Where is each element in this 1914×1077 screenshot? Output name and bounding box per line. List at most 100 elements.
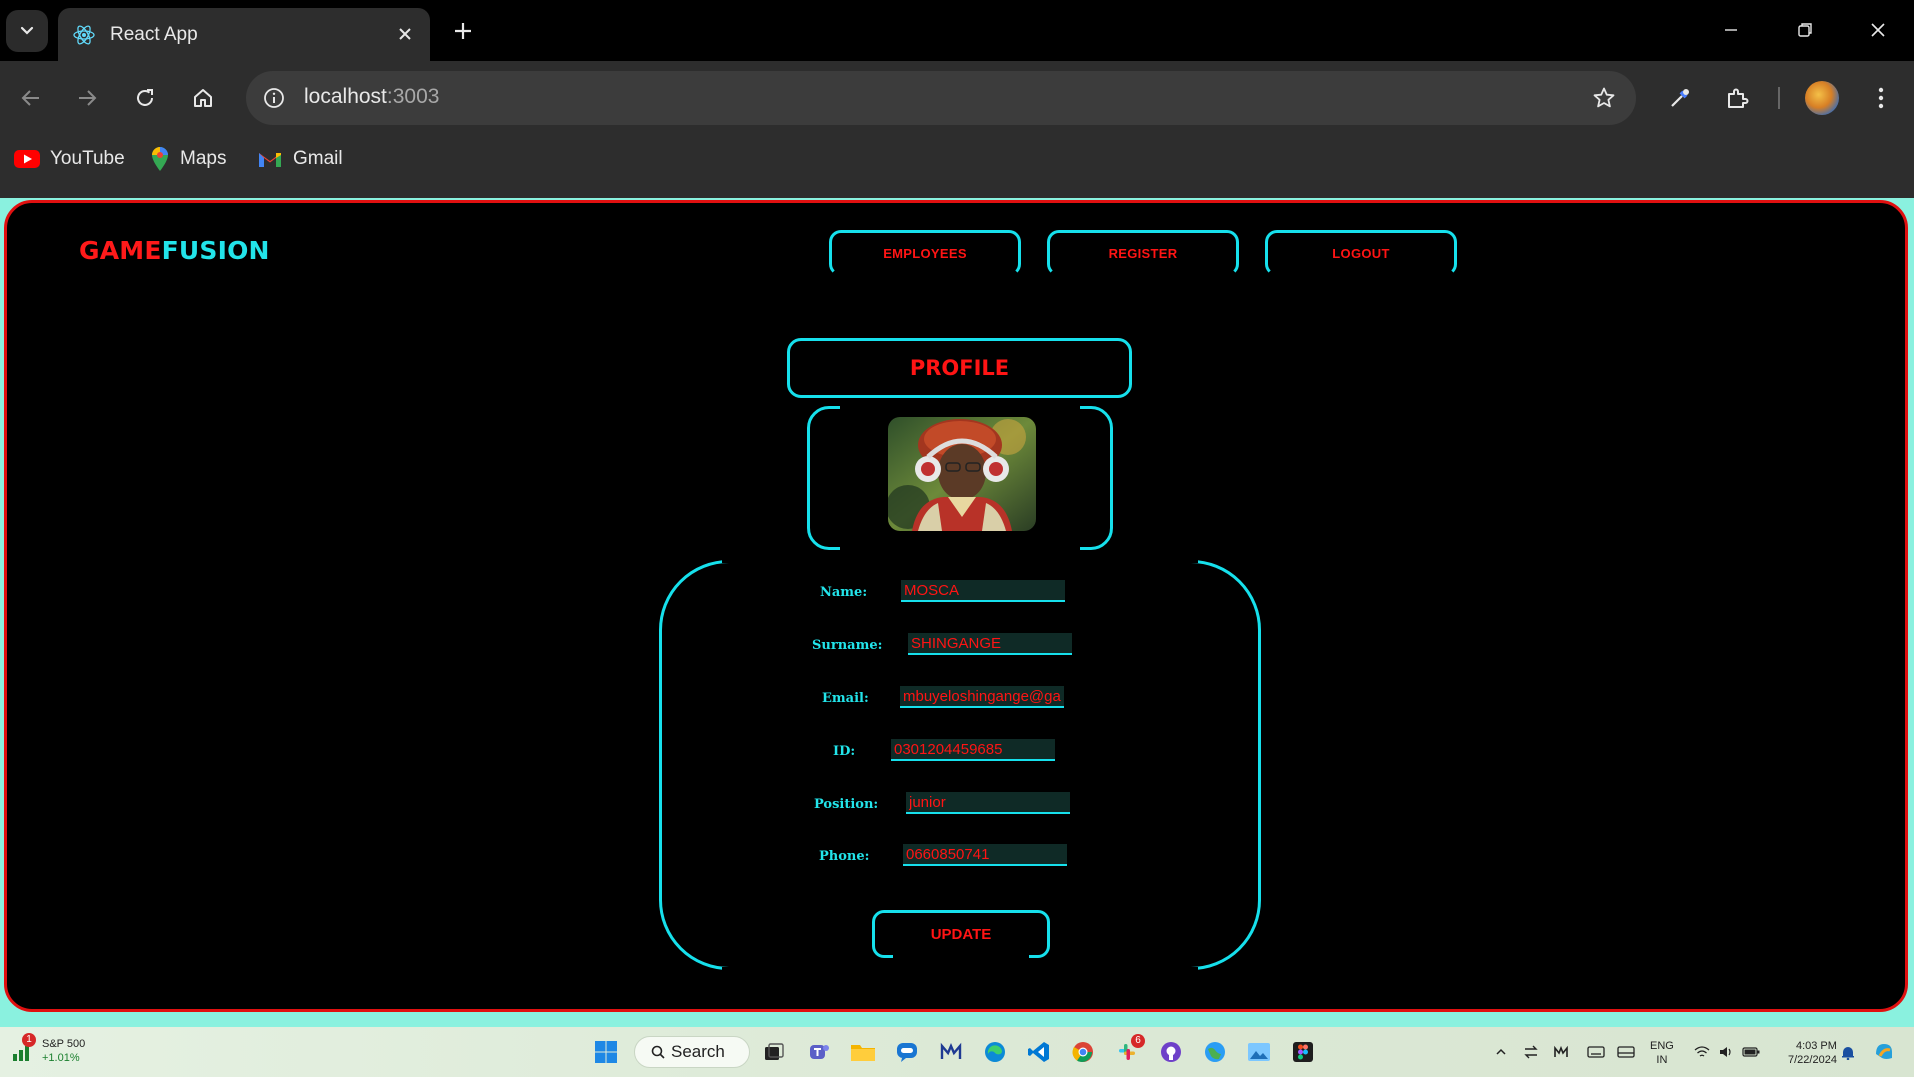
- widget-change: +1.01%: [42, 1052, 80, 1064]
- github-button[interactable]: [1155, 1036, 1187, 1068]
- brand-fusion: FUSION: [161, 236, 270, 265]
- nav-logout-button[interactable]: LOGOUT: [1265, 230, 1457, 276]
- sync-icon: [1524, 1045, 1538, 1059]
- file-explorer-button[interactable]: [847, 1036, 879, 1068]
- update-button[interactable]: UPDATE: [872, 910, 1050, 958]
- eyedropper-extension-button[interactable]: [1661, 79, 1699, 117]
- copilot-button[interactable]: [1868, 1036, 1900, 1068]
- star-icon: [1593, 87, 1615, 108]
- figma-icon: [1293, 1042, 1313, 1062]
- widget-title: S&P 500: [42, 1038, 86, 1050]
- clock[interactable]: 4:03 PM 7/22/2024: [1788, 1039, 1837, 1067]
- chevron-up-icon: [1496, 1048, 1506, 1055]
- figma-button[interactable]: [1287, 1036, 1319, 1068]
- nav-register-button[interactable]: REGISTER: [1047, 230, 1239, 276]
- image-icon: [1248, 1043, 1270, 1061]
- keyboard-button[interactable]: [1580, 1036, 1612, 1068]
- profile-form: Name: Surname: Email: ID: Position: Phon…: [659, 560, 1261, 970]
- nav-employees-button[interactable]: EMPLOYEES: [829, 230, 1021, 276]
- page-title: PROFILE: [909, 356, 1010, 380]
- surname-input[interactable]: [908, 633, 1072, 655]
- id-input[interactable]: [891, 739, 1055, 761]
- position-input[interactable]: [906, 792, 1070, 814]
- restore-button[interactable]: [1785, 12, 1825, 48]
- photos-button[interactable]: [1243, 1036, 1275, 1068]
- start-button[interactable]: [590, 1036, 622, 1068]
- position-label: Position:: [814, 797, 879, 812]
- notifications-button[interactable]: [1832, 1036, 1864, 1068]
- search-label: Search: [671, 1042, 725, 1061]
- reload-button[interactable]: [126, 79, 164, 117]
- bookmark-star-button[interactable]: [1590, 84, 1618, 112]
- name-input[interactable]: [901, 580, 1065, 602]
- active-tab[interactable]: React App: [58, 8, 430, 61]
- time: 4:03 PM: [1795, 1040, 1837, 1052]
- url-port: :3003: [386, 85, 440, 108]
- forward-button[interactable]: [68, 79, 106, 117]
- brand-logo[interactable]: GAMEFUSION: [79, 236, 270, 265]
- close-tab-button[interactable]: [392, 21, 418, 47]
- wifi-icon: [1694, 1046, 1710, 1057]
- extensions-button[interactable]: [1718, 79, 1756, 117]
- url-text: localhost:3003: [304, 85, 439, 109]
- slack-badge: 6: [1131, 1034, 1145, 1048]
- address-bar[interactable]: localhost:3003: [246, 71, 1636, 125]
- bookmark-gmail[interactable]: Gmail: [257, 139, 343, 179]
- minimize-button[interactable]: [1711, 12, 1751, 48]
- youtube-icon: [14, 150, 40, 168]
- name-label: Name:: [820, 585, 868, 600]
- tray-app-button[interactable]: [1545, 1036, 1577, 1068]
- task-view-icon: [765, 1043, 784, 1060]
- mail-app-button[interactable]: [935, 1036, 967, 1068]
- close-icon: [1871, 23, 1885, 37]
- tab-search-button[interactable]: [6, 10, 48, 52]
- profile-avatar-button[interactable]: [1805, 81, 1839, 115]
- minimize-icon: [1725, 29, 1737, 31]
- browser-menu-button[interactable]: [1862, 79, 1900, 117]
- task-view-button[interactable]: [758, 1036, 790, 1068]
- bookmark-youtube[interactable]: YouTube: [14, 139, 125, 179]
- language-indicator[interactable]: ENG IN: [1650, 1039, 1674, 1067]
- phone-input[interactable]: [903, 844, 1067, 866]
- teams-button[interactable]: [803, 1036, 835, 1068]
- battery-button[interactable]: [1735, 1036, 1767, 1068]
- bookmark-maps[interactable]: Maps: [150, 139, 226, 179]
- bell-icon: [1842, 1047, 1854, 1060]
- profile-avatar-image: [888, 417, 1036, 531]
- arrow-left-icon: [21, 90, 39, 106]
- slack-button[interactable]: 6: [1111, 1034, 1145, 1068]
- globe-app-button[interactable]: [1199, 1036, 1231, 1068]
- home-button[interactable]: [184, 79, 222, 117]
- tray-sync-button[interactable]: [1515, 1036, 1547, 1068]
- profile-photo-frame: [807, 406, 1113, 550]
- show-hidden-icons-button[interactable]: [1485, 1036, 1517, 1068]
- bookmark-label: Gmail: [293, 148, 343, 169]
- messenger-button[interactable]: [891, 1036, 923, 1068]
- keyboard-icon: [1587, 1046, 1605, 1058]
- drive-button[interactable]: [1610, 1036, 1642, 1068]
- tab-title: React App: [110, 23, 198, 45]
- email-input[interactable]: [900, 686, 1064, 708]
- stock-widget[interactable]: 1 S&P 500 +1.01%: [12, 1033, 86, 1065]
- globe-icon: [1205, 1042, 1225, 1062]
- back-button[interactable]: [12, 79, 50, 117]
- email-label: Email:: [822, 691, 869, 706]
- taskbar-search[interactable]: Search: [634, 1036, 750, 1068]
- close-icon: [399, 28, 411, 40]
- windows-icon: [595, 1041, 617, 1063]
- brand-game: GAME: [79, 236, 162, 265]
- new-tab-button[interactable]: [446, 14, 480, 48]
- bookmark-label: Maps: [180, 148, 227, 169]
- browser-toolbar: localhost:3003 YouTube Maps Gmail: [0, 61, 1914, 198]
- close-window-button[interactable]: [1858, 12, 1898, 48]
- lang-bottom: IN: [1656, 1054, 1668, 1066]
- toolbar-separator: [1778, 87, 1780, 109]
- site-info-button[interactable]: [258, 82, 290, 114]
- chrome-button[interactable]: [1067, 1036, 1099, 1068]
- vscode-button[interactable]: [1023, 1036, 1055, 1068]
- plus-icon: [455, 23, 471, 39]
- copilot-icon: [1876, 1044, 1892, 1059]
- edge-button[interactable]: [979, 1036, 1011, 1068]
- app-container: GAMEFUSION EMPLOYEES REGISTER LOGOUT PRO…: [4, 200, 1908, 1012]
- bookmark-label: YouTube: [50, 148, 125, 169]
